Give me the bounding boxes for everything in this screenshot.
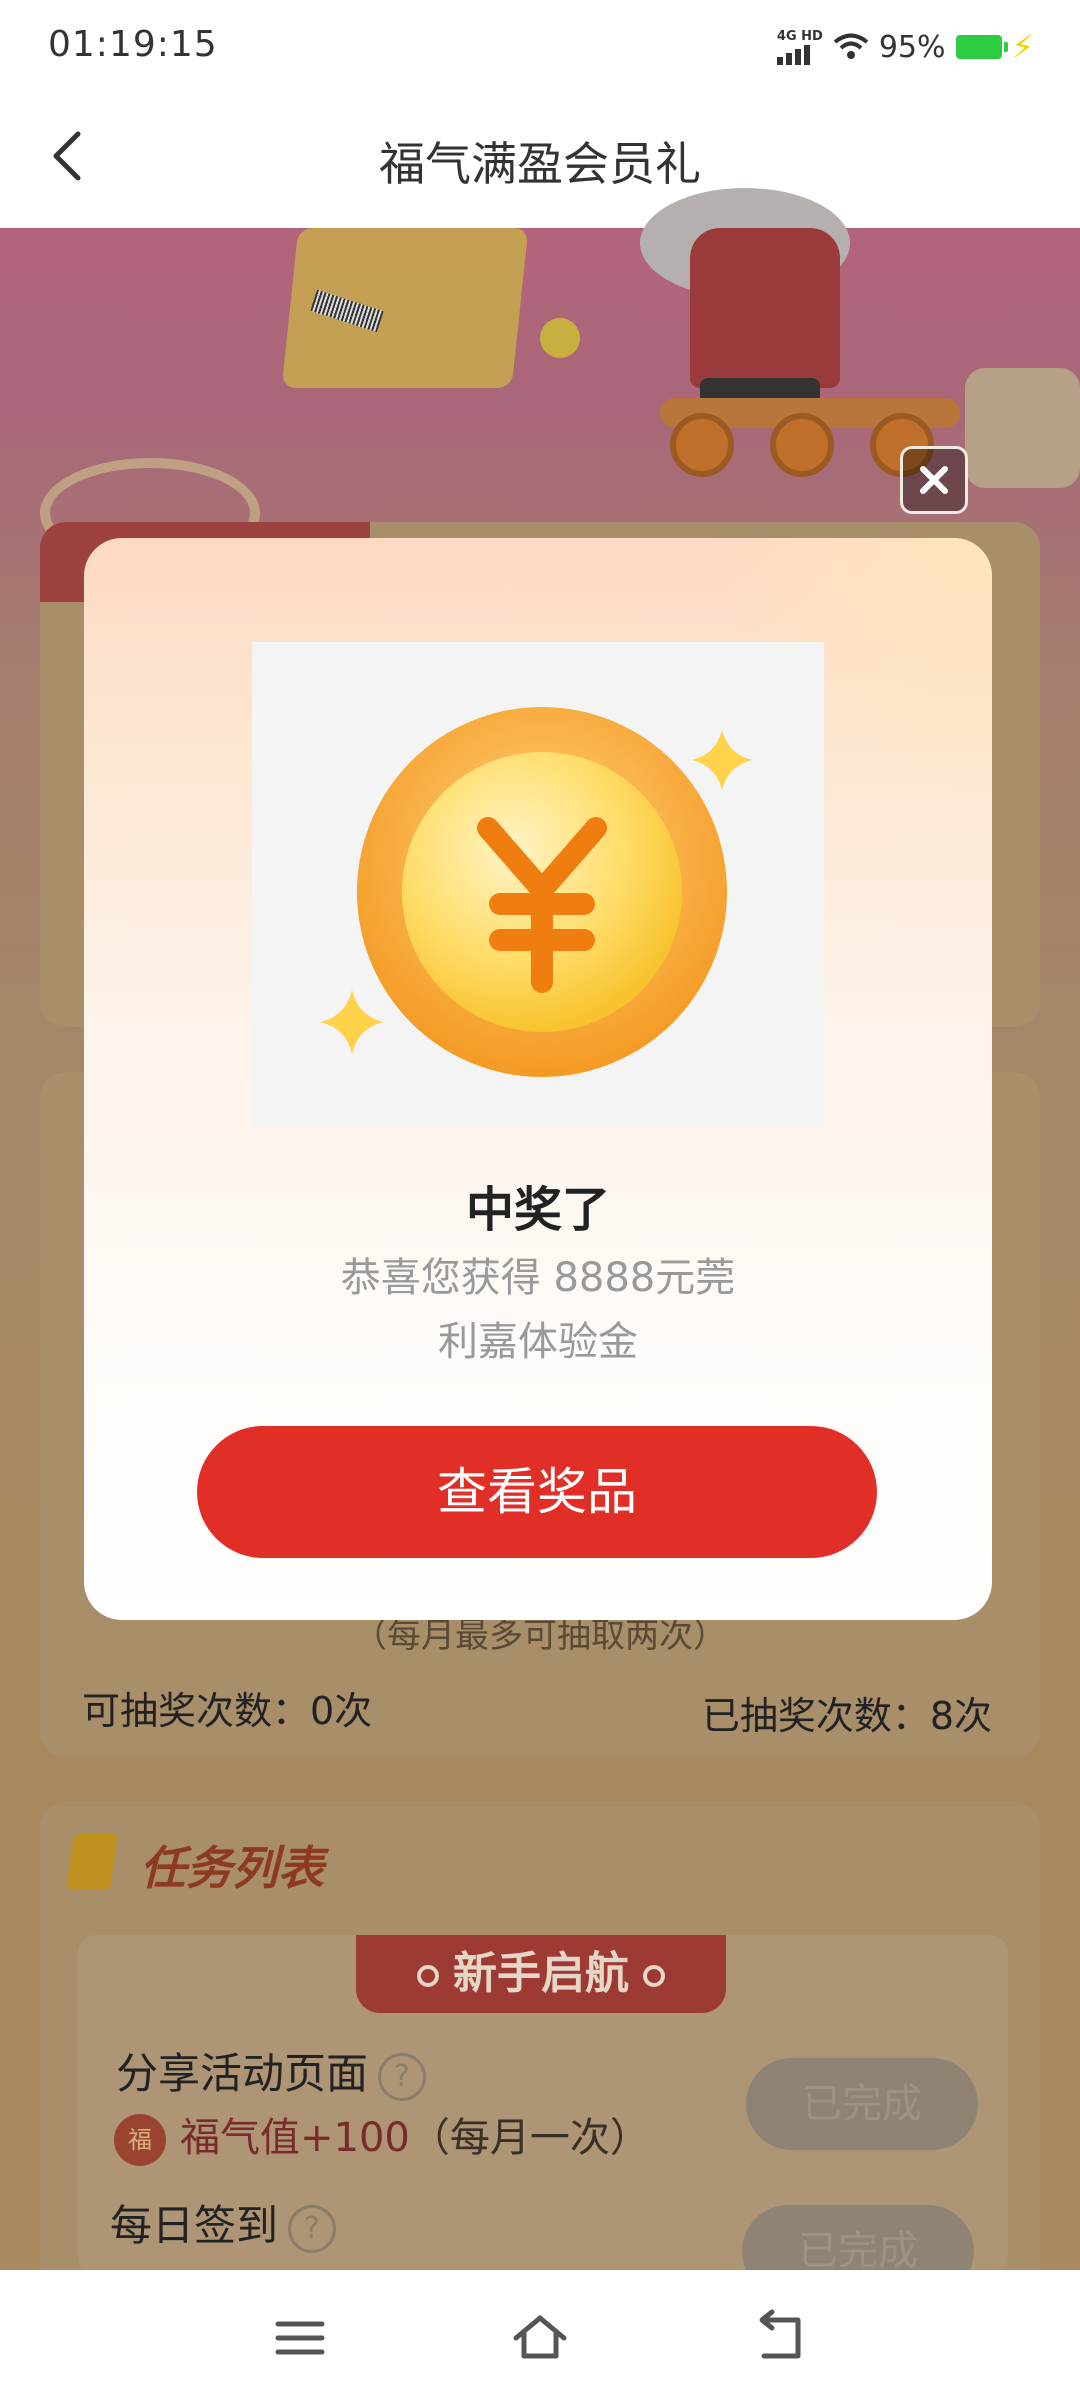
smiley-icon — [540, 318, 580, 358]
remaining-draws: 可抽奖次数：0次 — [82, 1689, 373, 1733]
page-title: 福气满盈会员礼 — [379, 137, 701, 191]
reward-frequency: （每月一次） — [409, 2115, 650, 2161]
yuan-coin-icon — [320, 707, 752, 1077]
dot-icon — [417, 1965, 439, 1987]
section-label: 新手启航 — [453, 1948, 629, 1999]
wifi-icon — [833, 33, 869, 59]
dialog-title: 中奖了 — [465, 1182, 610, 1238]
prize-image — [252, 642, 824, 1128]
prize-dialog: 中奖了 恭喜您获得 8888元莞利嘉体验金 查看奖品 — [84, 538, 992, 1620]
battery-icon — [955, 35, 1008, 59]
dialog-message: 恭喜您获得 8888元莞利嘉体验金 — [340, 1255, 736, 1365]
battery-percent: 95% — [878, 29, 946, 65]
banner-decoration — [965, 368, 1080, 488]
cellular-signal-icon: 4G HD — [776, 28, 823, 65]
network-type: 4G HD — [776, 28, 823, 44]
close-button[interactable] — [900, 446, 968, 514]
wheel-icon — [770, 413, 834, 477]
home-icon[interactable] — [510, 2308, 570, 2368]
task-item-name: 每日签到? — [110, 2192, 337, 2253]
header: 福气满盈会员礼 — [0, 100, 1080, 228]
status-indicators: 4G HD 95% ⚡ — [776, 28, 1034, 66]
charging-icon: ⚡ — [1011, 28, 1034, 66]
back-icon[interactable] — [750, 2308, 810, 2368]
system-nav-bar — [0, 2270, 1080, 2400]
menu-icon[interactable] — [270, 2308, 330, 2368]
task-done-button[interactable]: 已完成 — [746, 2058, 978, 2150]
mascot-body — [690, 228, 840, 388]
task-reward: 福福气值+100（每月一次） — [114, 2105, 650, 2166]
dot-icon — [643, 1965, 665, 1987]
used-draws: 已抽奖次数：8次 — [701, 1694, 992, 1738]
task-item-name: 分享活动页面? — [116, 2040, 427, 2101]
task-name-text: 每日签到 — [110, 2201, 279, 2250]
notebook-icon — [66, 1834, 118, 1890]
view-prize-button[interactable]: 查看奖品 — [197, 1426, 877, 1558]
task-list-title: 任务列表 — [140, 1841, 324, 1895]
task-name-text: 分享活动页面 — [116, 2049, 369, 2098]
status-bar: 01:19:15 4G HD 95% ⚡ — [0, 0, 1080, 100]
reward-text: 福气值+100 — [180, 2115, 410, 2161]
lucky-bag-icon: 福 — [114, 2114, 166, 2166]
help-icon[interactable]: ? — [288, 2204, 337, 2253]
status-time: 01:19:15 — [48, 24, 218, 65]
close-icon — [920, 466, 948, 494]
help-icon[interactable]: ? — [378, 2052, 427, 2101]
wheel-icon — [670, 413, 734, 477]
section-badge: 新手启航 — [356, 1935, 726, 2013]
